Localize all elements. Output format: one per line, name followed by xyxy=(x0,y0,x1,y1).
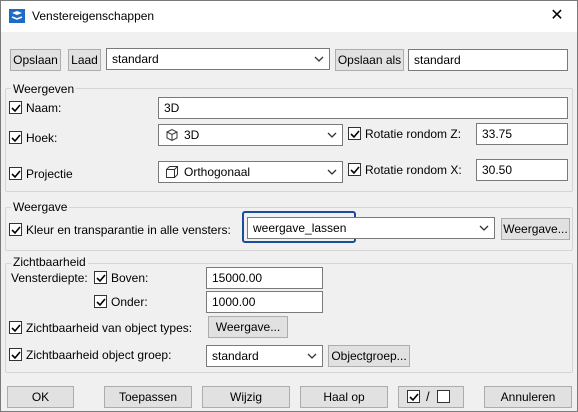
checkmark-icon xyxy=(11,226,21,235)
checkmark-icon xyxy=(11,134,21,143)
properties-dialog: Venstereigenschappen ✕ Opslaan Laad stan… xyxy=(0,0,578,412)
weergeven-group-title: Weergeven xyxy=(11,82,77,96)
load-button[interactable]: Laad xyxy=(68,49,101,71)
chevron-down-icon xyxy=(327,169,337,175)
objectgroep-button[interactable]: Objectgroep... xyxy=(328,345,410,367)
unchecked-box-icon xyxy=(437,390,450,403)
onder-input[interactable]: 1000.00 xyxy=(206,291,323,313)
projectie-select[interactable]: Orthogonaal xyxy=(158,161,343,183)
title-bar: Venstereigenschappen ✕ xyxy=(1,1,577,32)
chevron-down-icon xyxy=(479,225,489,231)
cube-ortho-icon xyxy=(166,166,178,178)
projectie-checkbox[interactable] xyxy=(9,167,22,180)
kleur-label: Kleur en transparantie in alle vensters: xyxy=(26,223,231,237)
preset-select-value: standard xyxy=(112,52,159,66)
weergave-select-value: weergave_lassen xyxy=(253,221,347,235)
hoek-select[interactable]: 3D xyxy=(158,124,343,146)
get-button[interactable]: Haal op xyxy=(300,386,388,408)
groep-select[interactable]: standard xyxy=(206,345,323,367)
rotx-input[interactable]: 30.50 xyxy=(476,159,568,181)
checkmark-icon xyxy=(11,104,21,113)
rotz-checkbox[interactable] xyxy=(348,127,361,140)
rotx-checkbox[interactable] xyxy=(348,163,361,176)
boven-label: Boven: xyxy=(111,271,149,285)
boven-input[interactable]: 15000.00 xyxy=(206,267,323,289)
vensterdiepte-label: Vensterdiepte: xyxy=(11,271,88,285)
save-as-button[interactable]: Opslaan als xyxy=(335,49,404,71)
groep-select-value: standard xyxy=(212,349,259,363)
app-view-icon xyxy=(9,9,25,23)
onder-label: Onder: xyxy=(111,295,148,309)
kleur-checkbox[interactable] xyxy=(9,223,22,236)
checked-box-icon xyxy=(407,390,420,403)
close-icon[interactable]: ✕ xyxy=(545,4,569,28)
save-as-input[interactable]: standard xyxy=(408,49,568,71)
chevron-down-icon xyxy=(307,353,317,359)
checkmark-icon xyxy=(350,166,360,175)
zichtbaarheid-group-title: Zichtbaarheid xyxy=(11,255,88,269)
groep-label: Zichtbaarheid object groep: xyxy=(26,348,172,362)
toggle-all-button[interactable]: / xyxy=(398,386,464,408)
projectie-select-value: Orthogonaal xyxy=(184,165,251,179)
apply-button[interactable]: Toepassen xyxy=(104,386,192,408)
window-title: Venstereigenschappen xyxy=(32,9,155,23)
boven-checkbox[interactable] xyxy=(94,271,107,284)
onder-checkbox[interactable] xyxy=(94,295,107,308)
naam-checkbox[interactable] xyxy=(9,101,22,114)
types-checkbox[interactable] xyxy=(9,321,22,334)
preset-select[interactable]: standard xyxy=(106,48,330,70)
save-button[interactable]: Opslaan xyxy=(10,49,61,71)
hoek-select-value: 3D xyxy=(184,128,200,142)
weergave-group-title: Weergave xyxy=(11,200,70,214)
weergave-select[interactable]: weergave_lassen xyxy=(247,217,495,239)
modify-button[interactable]: Wijzig xyxy=(202,386,290,408)
groep-checkbox[interactable] xyxy=(9,348,22,361)
types-label: Zichtbaarheid van object types: xyxy=(26,321,193,335)
hoek-checkbox[interactable] xyxy=(9,131,22,144)
ok-button[interactable]: OK xyxy=(7,386,74,408)
cube-3d-icon xyxy=(166,128,178,142)
rotz-input[interactable]: 33.75 xyxy=(476,123,568,145)
types-weergave-button[interactable]: Weergave... xyxy=(208,316,288,338)
checkmark-icon xyxy=(11,351,21,360)
naam-label: Naam: xyxy=(26,101,62,115)
chevron-down-icon xyxy=(314,56,324,62)
projectie-label: Projectie xyxy=(26,167,73,181)
checkmark-icon xyxy=(350,130,360,139)
weergave-button[interactable]: Weergave... xyxy=(501,218,570,240)
hoek-label: Hoek: xyxy=(26,131,58,145)
rotx-label: Rotatie rondom X: xyxy=(365,163,462,177)
checkmark-icon xyxy=(11,324,21,333)
rotz-label: Rotatie rondom Z: xyxy=(365,127,462,141)
toggle-separator: / xyxy=(426,389,430,404)
cancel-button[interactable]: Annuleren xyxy=(484,386,572,408)
checkmark-icon xyxy=(96,274,106,283)
checkmark-icon xyxy=(96,298,106,307)
naam-input[interactable]: 3D xyxy=(158,97,568,119)
chevron-down-icon xyxy=(327,132,337,138)
checkmark-icon xyxy=(11,170,21,179)
